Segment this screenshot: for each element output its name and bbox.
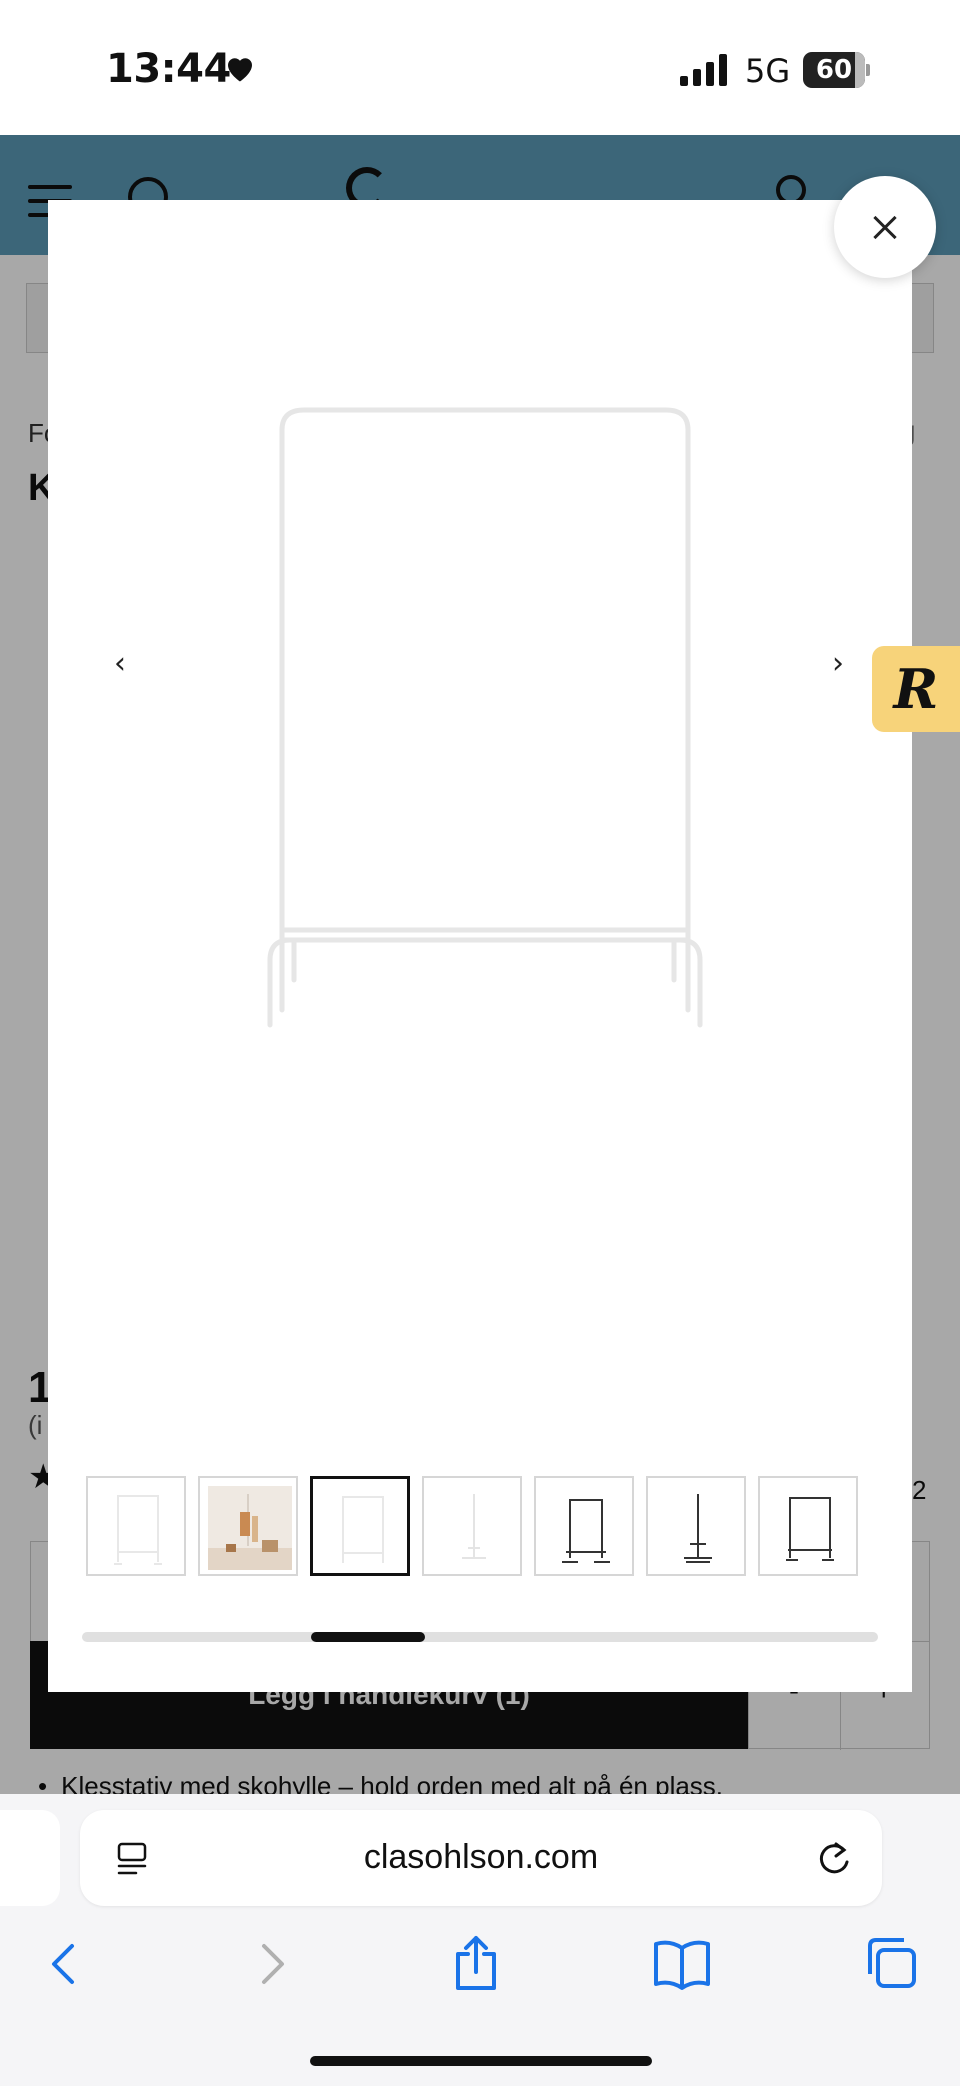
forward-icon[interactable] [242,1934,302,1994]
home-indicator[interactable] [310,2056,652,2066]
r-badge-icon[interactable]: R [872,646,960,732]
browser-toolbar: clasohlson.com [0,1794,960,2086]
thumbnail-5[interactable] [534,1476,634,1576]
back-icon[interactable] [34,1934,94,1994]
battery-icon: 60 [803,52,870,88]
next-image-button[interactable]: › [832,644,850,684]
gallery-scroll-thumb[interactable] [311,1632,425,1642]
close-button[interactable] [834,176,936,278]
previous-image-button[interactable]: ‹ [114,644,132,684]
heart-icon [228,58,252,82]
thumbnail-6[interactable] [646,1476,746,1576]
gallery-scrollbar[interactable] [82,1632,878,1642]
previous-tab-peek[interactable] [0,1810,60,1906]
thumbnail-7[interactable] [758,1476,858,1576]
signal-icon [680,54,727,86]
share-icon[interactable] [446,1934,506,1994]
image-gallery-modal: ‹ › [48,200,912,1692]
thumbnail-3[interactable] [310,1476,410,1576]
bookmarks-icon[interactable] [652,1934,712,1994]
network-type: 5G [745,52,791,90]
tabs-icon[interactable] [860,1934,920,1994]
clock: 13:44 [106,46,231,92]
browser-nav [0,1934,960,2014]
url-text[interactable]: clasohlson.com [80,1838,882,1877]
thumbnail-2[interactable] [198,1476,298,1576]
battery-level: 60 [815,55,853,85]
thumbnail-strip [86,1476,866,1576]
thumbnail-1[interactable] [86,1476,186,1576]
thumbnail-4[interactable] [422,1476,522,1576]
product-image [267,407,703,1028]
address-bar[interactable]: clasohlson.com [80,1810,882,1906]
status-bar: 13:44 5G 60 [0,0,960,135]
reload-icon[interactable] [814,1838,854,1878]
